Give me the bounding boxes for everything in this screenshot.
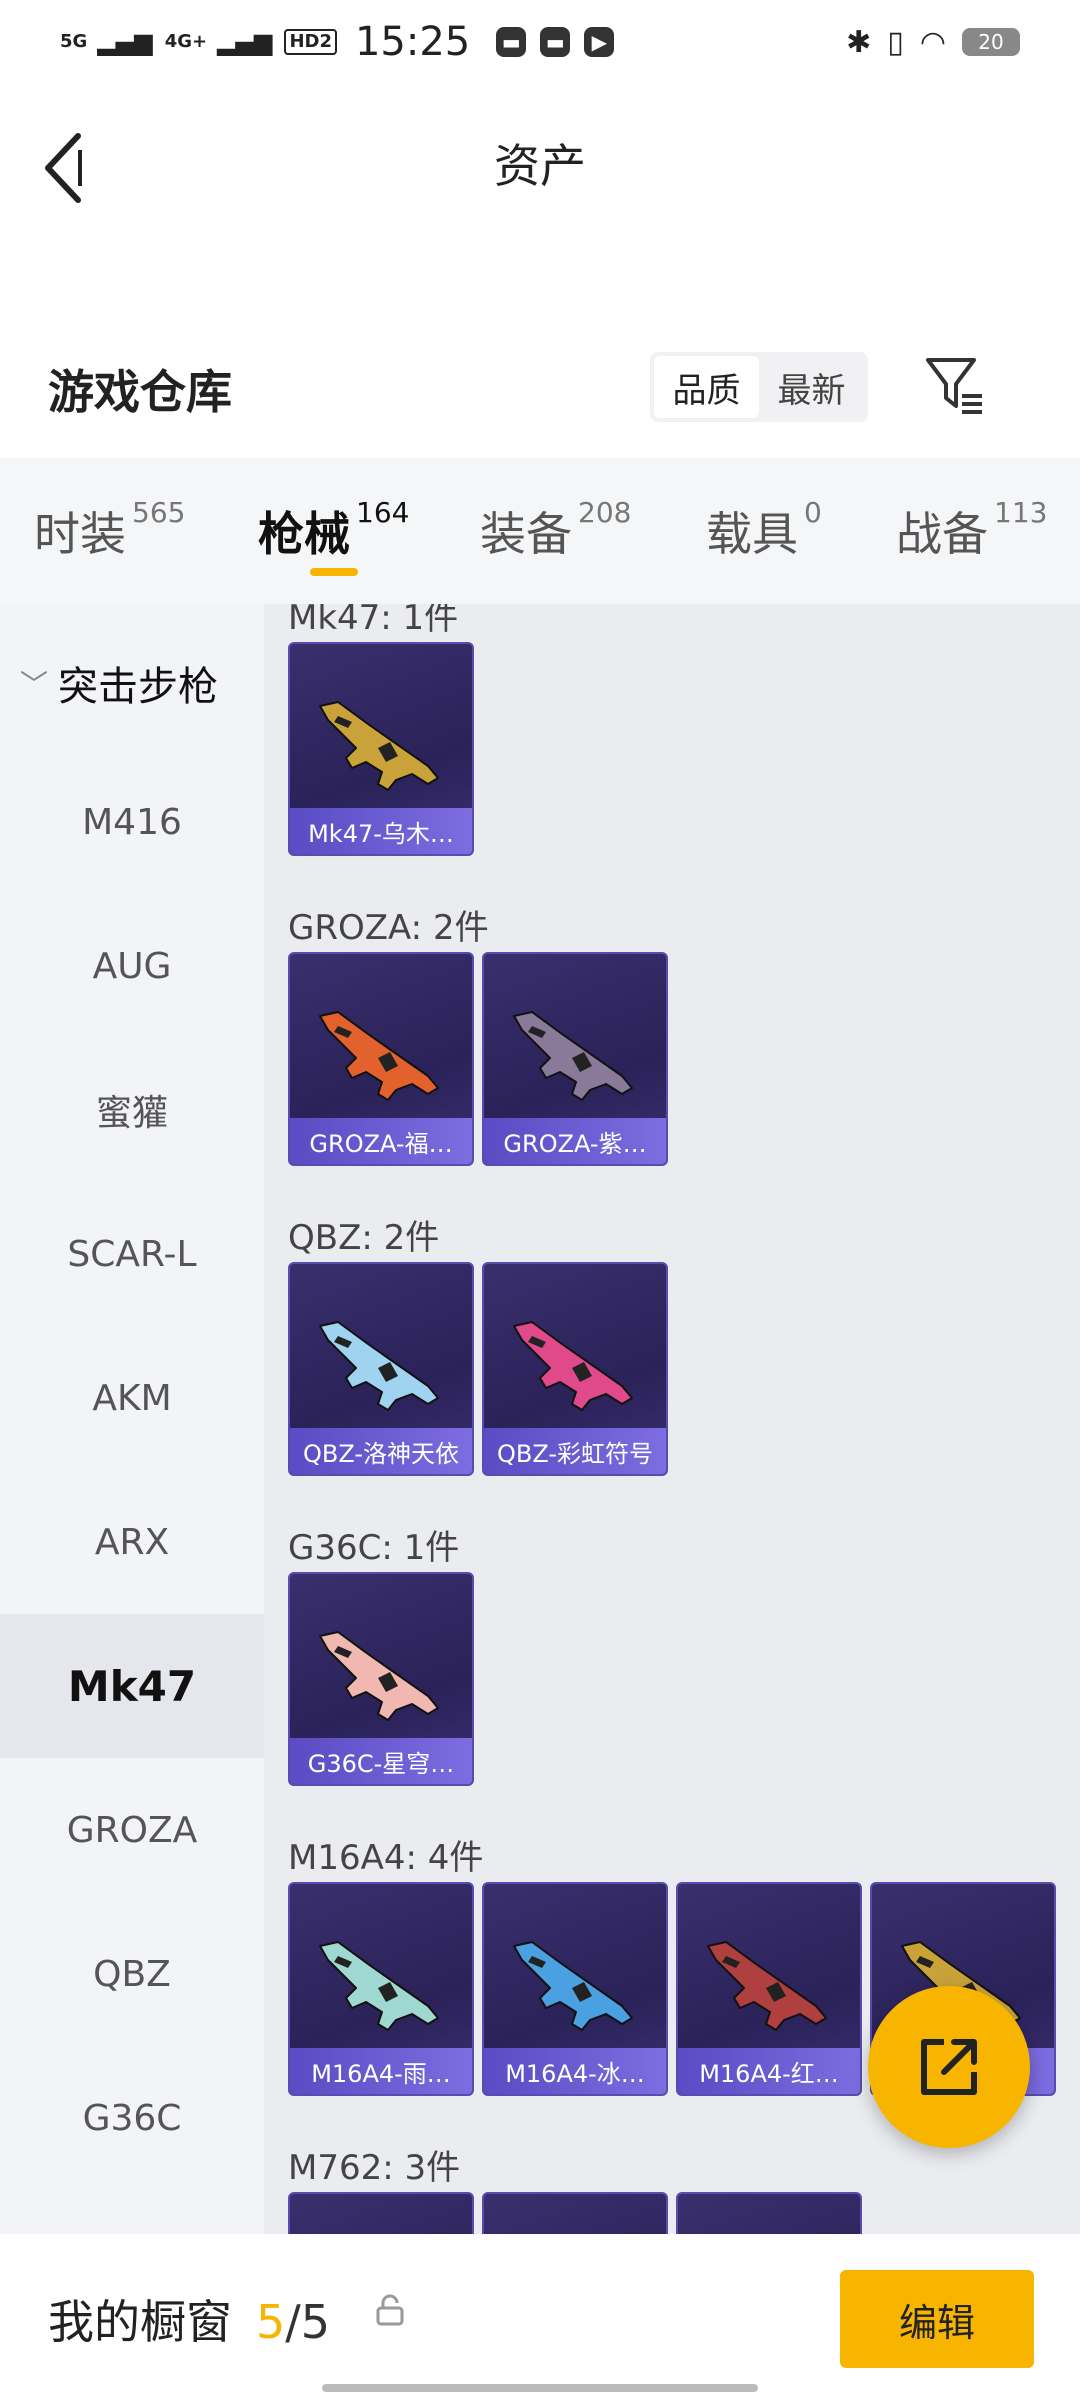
- weapon-skin-card[interactable]: M16A4-红…: [676, 1882, 862, 2096]
- showcase-counter: 我的橱窗 5 /5: [48, 2286, 330, 2352]
- hd-icon: HD2: [284, 29, 337, 55]
- rifle-icon: [319, 1631, 439, 1721]
- bluetooth-icon: ✱: [846, 24, 872, 60]
- showcase-total: /5: [285, 2295, 331, 2349]
- rifle-icon: [319, 1321, 439, 1411]
- tab-label: 战备: [896, 507, 988, 561]
- bottom-bar: 我的橱窗 5 /5 编辑: [0, 2234, 1080, 2400]
- sidebar-item-akm[interactable]: AKM: [0, 1326, 264, 1470]
- warehouse-title: 游戏仓库: [48, 365, 232, 419]
- clock: 15:25: [354, 19, 471, 65]
- tab-count: 164: [356, 496, 410, 529]
- weapon-skin-card[interactable]: QBZ-彩虹符号: [482, 1262, 668, 1476]
- signal-bars-icon: ▂▄▆: [97, 28, 153, 56]
- page-title: 资产: [494, 139, 586, 193]
- weapon-skin-name: M16A4-雨…: [290, 2048, 472, 2094]
- weapon-skin-card[interactable]: [482, 2192, 668, 2234]
- group-title: G36C: 1件: [288, 1528, 460, 1568]
- tab-fashion[interactable]: 时装 565: [34, 496, 186, 564]
- rifle-icon: [319, 1011, 439, 1101]
- home-indicator: [322, 2384, 758, 2392]
- tab-label: 时装: [34, 507, 126, 561]
- sort-toggle: 品质 最新: [650, 352, 868, 422]
- weapon-skin-name: M16A4-红…: [678, 2048, 860, 2094]
- group-title: M16A4: 4件: [288, 1838, 484, 1878]
- weapon-skin-name: QBZ-彩虹符号: [484, 1428, 666, 1474]
- tab-count: 0: [804, 496, 822, 529]
- rifle-icon: [319, 701, 439, 791]
- status-bar: 5G ▂▄▆ 4G+ ▂▄▆ HD2 15:25 ▬ ▬ ▶ ✱ ▯ ◠ 20: [0, 0, 1080, 84]
- sidebar-item-arx[interactable]: ARX: [0, 1470, 264, 1614]
- tab-label: 枪械: [258, 507, 350, 561]
- sort-quality-button[interactable]: 品质: [654, 356, 759, 418]
- weapon-skin-card[interactable]: G36C-星穹…: [288, 1572, 474, 1786]
- app-notification-icon: ▬: [540, 27, 571, 57]
- weapon-skin-card[interactable]: M16A4-雨…: [288, 1882, 474, 2096]
- weapon-skin-card[interactable]: Mk47-乌木…: [288, 642, 474, 856]
- sidebar-item-mk47[interactable]: Mk47: [0, 1614, 264, 1758]
- weapon-skin-name: Mk47-乌木…: [290, 808, 472, 854]
- showcase-used: 5: [256, 2295, 286, 2349]
- sidebar-item-g36c[interactable]: G36C: [0, 2046, 264, 2190]
- sidebar-item-m416[interactable]: M416: [0, 750, 264, 894]
- group-title: Mk47: 1件: [288, 604, 459, 638]
- weapon-skin-card[interactable]: M16A4-冰…: [482, 1882, 668, 2096]
- weapon-skin-card[interactable]: QBZ-洛神天依: [288, 1262, 474, 1476]
- tab-vehicles[interactable]: 载具 0: [706, 496, 822, 564]
- weapon-skin-name: G36C-星穹…: [290, 1738, 472, 1784]
- tab-indicator: [310, 568, 358, 576]
- rifle-icon: [513, 1011, 633, 1101]
- showcase-label: 我的橱窗: [48, 2295, 232, 2349]
- tab-count: 208: [578, 496, 632, 529]
- rifle-icon: [707, 1941, 827, 2031]
- share-icon: [921, 2039, 977, 2095]
- weapon-skin-name: QBZ-洛神天依: [290, 1428, 472, 1474]
- edit-button[interactable]: 编辑: [840, 2270, 1034, 2368]
- tab-equipment[interactable]: 装备 208: [480, 496, 632, 564]
- sidebar-item-qbz[interactable]: QBZ: [0, 1902, 264, 2046]
- status-right: ✱ ▯ ◠ 20: [846, 25, 1020, 60]
- tab-count: 113: [994, 496, 1048, 529]
- lock-icon: [376, 2294, 404, 2326]
- signal-4g: 4G+: [164, 31, 208, 52]
- weapon-skin-name: M16A4-冰…: [484, 2048, 666, 2094]
- assets-page: 5G ▂▄▆ 4G+ ▂▄▆ HD2 15:25 ▬ ▬ ▶ ✱ ▯ ◠ 20 …: [0, 0, 1080, 2400]
- sidebar-category-header[interactable]: ﹀ 突击步枪: [20, 654, 218, 712]
- video-notification-icon: ▶: [584, 27, 615, 57]
- vibrate-icon: ▯: [887, 24, 904, 60]
- sort-latest-button[interactable]: 最新: [759, 356, 864, 418]
- chevron-down-icon: ﹀: [20, 668, 49, 701]
- sidebar-item-honey-badger[interactable]: 蜜獾: [0, 1038, 264, 1182]
- tab-guns[interactable]: 枪械 164: [258, 496, 410, 564]
- weapon-skin-card[interactable]: GROZA-福…: [288, 952, 474, 1166]
- group-title: QBZ: 2件: [288, 1218, 440, 1258]
- wifi-icon: ◠: [919, 24, 946, 60]
- weapon-skin-card[interactable]: GROZA-紫…: [482, 952, 668, 1166]
- tab-supplies[interactable]: 战备 113: [896, 496, 1048, 564]
- tab-count: 565: [132, 496, 186, 529]
- tab-label: 装备: [480, 507, 572, 561]
- sidebar-item-groza[interactable]: GROZA: [0, 1758, 264, 1902]
- rifle-icon: [513, 1321, 633, 1411]
- rifle-icon: [513, 1941, 633, 2031]
- weapon-skin-card[interactable]: [288, 2192, 474, 2234]
- rifle-icon: [319, 1941, 439, 2031]
- group-title: GROZA: 2件: [288, 908, 489, 948]
- sidebar-category-label: 突击步枪: [58, 664, 219, 710]
- weapon-skin-card[interactable]: [676, 2192, 862, 2234]
- share-button[interactable]: [868, 1986, 1030, 2148]
- weapon-sidebar: ﹀ 突击步枪 M416 AUG 蜜獾 SCAR-L AKM ARX Mk47 G…: [0, 604, 264, 2234]
- signal-5g: 5G: [60, 31, 88, 52]
- sidebar-item-scar-l[interactable]: SCAR-L: [0, 1182, 264, 1326]
- group-title: M762: 3件: [288, 2148, 461, 2188]
- weapon-skin-name: GROZA-福…: [290, 1118, 472, 1164]
- sidebar-item-aug[interactable]: AUG: [0, 894, 264, 1038]
- app-notification-icon: ▬: [496, 27, 527, 57]
- tab-label: 载具: [706, 507, 798, 561]
- battery-icon: 20: [962, 28, 1020, 56]
- filter-icon[interactable]: [922, 352, 986, 416]
- weapon-skin-name: GROZA-紫…: [484, 1118, 666, 1164]
- signal-bars-icon: ▂▄▆: [217, 28, 273, 56]
